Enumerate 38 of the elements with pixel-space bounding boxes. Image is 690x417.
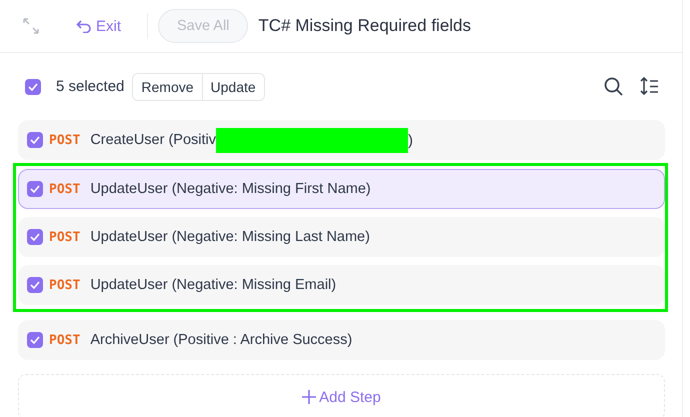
step-name: ) — [408, 132, 414, 148]
method-label: POST — [49, 230, 80, 244]
step-name: CreateUser (Positiv — [90, 132, 216, 148]
step-row[interactable]: POST UpdateUser (Negative: Missing First Name) — [18, 169, 665, 209]
check-icon — [28, 82, 38, 90]
checkbox[interactable] — [25, 78, 41, 94]
search-icon[interactable] — [604, 77, 623, 96]
add-step-button[interactable]: Add Step — [18, 374, 665, 417]
sort-icon[interactable] — [640, 77, 659, 96]
step-name: ArchiveUser (Positive : Archive Success) — [90, 332, 352, 348]
method-label: POST — [49, 278, 80, 292]
step-row[interactable]: POST UpdateUser (Negative: Missing Email) — [18, 265, 665, 305]
checkbox[interactable] — [27, 181, 43, 197]
selection-count: 5 selected — [56, 78, 124, 95]
return-arrow-icon — [76, 20, 91, 32]
checkbox[interactable] — [27, 332, 43, 348]
checkbox[interactable] — [27, 229, 43, 245]
step-row[interactable]: POST UpdateUser (Negative: Missing Last Name) — [18, 217, 665, 257]
expand-icon[interactable] — [22, 17, 40, 35]
check-icon — [30, 185, 40, 193]
step-row[interactable]: POST ArchiveUser (Positive : Archive Success) — [18, 320, 665, 360]
checkbox[interactable] — [27, 132, 43, 148]
method-label: POST — [49, 332, 80, 348]
check-icon — [30, 336, 40, 344]
action-button[interactable]: Update — [202, 74, 264, 100]
method-label: POST — [49, 182, 80, 196]
check-icon — [30, 136, 40, 144]
step-name: UpdateUser (Negative: Missing Email) — [90, 277, 336, 293]
step-name: UpdateUser (Negative: Missing First Name) — [90, 181, 371, 197]
plus-icon — [302, 390, 316, 404]
check-icon — [30, 233, 40, 241]
checkbox[interactable] — [27, 277, 43, 293]
page-title: TC# Missing Required fields — [258, 16, 472, 36]
step-name: UpdateUser (Negative: Missing Last Name) — [90, 229, 370, 245]
exit-button[interactable]: Exit — [76, 18, 122, 34]
check-icon — [30, 281, 40, 289]
method-label: POST — [49, 132, 80, 148]
step-row[interactable]: POST CreateUser (Positiv ) — [18, 120, 665, 160]
